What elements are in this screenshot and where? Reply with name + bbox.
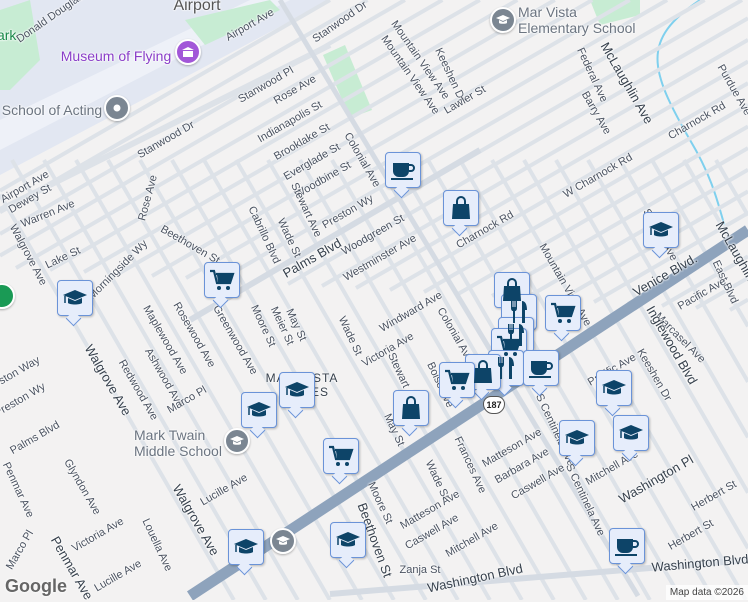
coffee-icon: [614, 533, 640, 559]
school-of-acting-label[interactable]: School of Acting: [2, 102, 102, 118]
school-marker[interactable]: [643, 212, 679, 248]
school-icon: [601, 375, 627, 401]
airport-label: Airport: [173, 0, 221, 14]
cart-icon: [550, 300, 576, 326]
school-icon: [618, 420, 644, 446]
coffee-icon: [528, 355, 554, 381]
poi-line: Mar Vista: [518, 4, 577, 20]
google-logo[interactable]: Google: [5, 576, 67, 596]
school-marker[interactable]: [279, 372, 315, 408]
school-icon: [335, 527, 361, 553]
cart-marker[interactable]: [323, 438, 359, 474]
school-pin-icon[interactable]: [490, 7, 516, 33]
school-icon: [62, 285, 88, 311]
bag-icon: [398, 395, 424, 421]
restaurant-icon: [493, 355, 519, 381]
coffee-marker[interactable]: [609, 528, 645, 564]
bag-marker[interactable]: [393, 390, 429, 426]
school-pin-icon[interactable]: [224, 428, 250, 454]
bag-icon: [448, 195, 474, 221]
cart-icon: [209, 267, 235, 293]
coffee-icon: [390, 157, 416, 183]
coffee-marker[interactable]: [523, 350, 559, 386]
coffee-marker[interactable]: [385, 152, 421, 188]
school-pin-icon[interactable]: [270, 528, 296, 554]
poi-line: Mark Twain: [134, 427, 206, 443]
school-marker[interactable]: [228, 529, 264, 565]
bag-icon: [470, 359, 496, 385]
cart-marker[interactable]: [545, 295, 581, 331]
bag-marker[interactable]: [465, 354, 501, 390]
school-marker[interactable]: [241, 392, 277, 428]
school-marker[interactable]: [596, 370, 632, 406]
cart-marker[interactable]: [439, 362, 475, 398]
museum-icon[interactable]: [175, 39, 201, 65]
poi-line: Middle School: [134, 443, 222, 459]
school-icon: [233, 534, 259, 560]
school-marker[interactable]: [57, 280, 93, 316]
cart-icon: [328, 443, 354, 469]
bag-marker[interactable]: [443, 190, 479, 226]
school-icon: [648, 217, 674, 243]
place-pin-icon[interactable]: [104, 95, 130, 121]
cart-marker[interactable]: [204, 262, 240, 298]
mark-twain-middle-school-label[interactable]: Mark Twain Middle School: [134, 427, 222, 459]
school-icon: [284, 377, 310, 403]
street: [456, 124, 748, 296]
school-icon: [246, 397, 272, 423]
poi-line: Elementary School: [518, 20, 636, 36]
map-attribution[interactable]: Map data ©2026: [665, 585, 748, 600]
school-marker[interactable]: [330, 522, 366, 558]
street-label: Zanja St: [399, 564, 441, 576]
museum-of-flying-label[interactable]: Museum of Flying: [61, 48, 171, 64]
cart-icon: [444, 367, 470, 393]
school-marker[interactable]: [559, 420, 595, 456]
route-187-shield: 187: [483, 396, 505, 414]
school-icon: [564, 425, 590, 451]
mar-vista-elementary-label[interactable]: Mar Vista Elementary School: [518, 4, 636, 36]
school-marker[interactable]: [613, 415, 649, 451]
